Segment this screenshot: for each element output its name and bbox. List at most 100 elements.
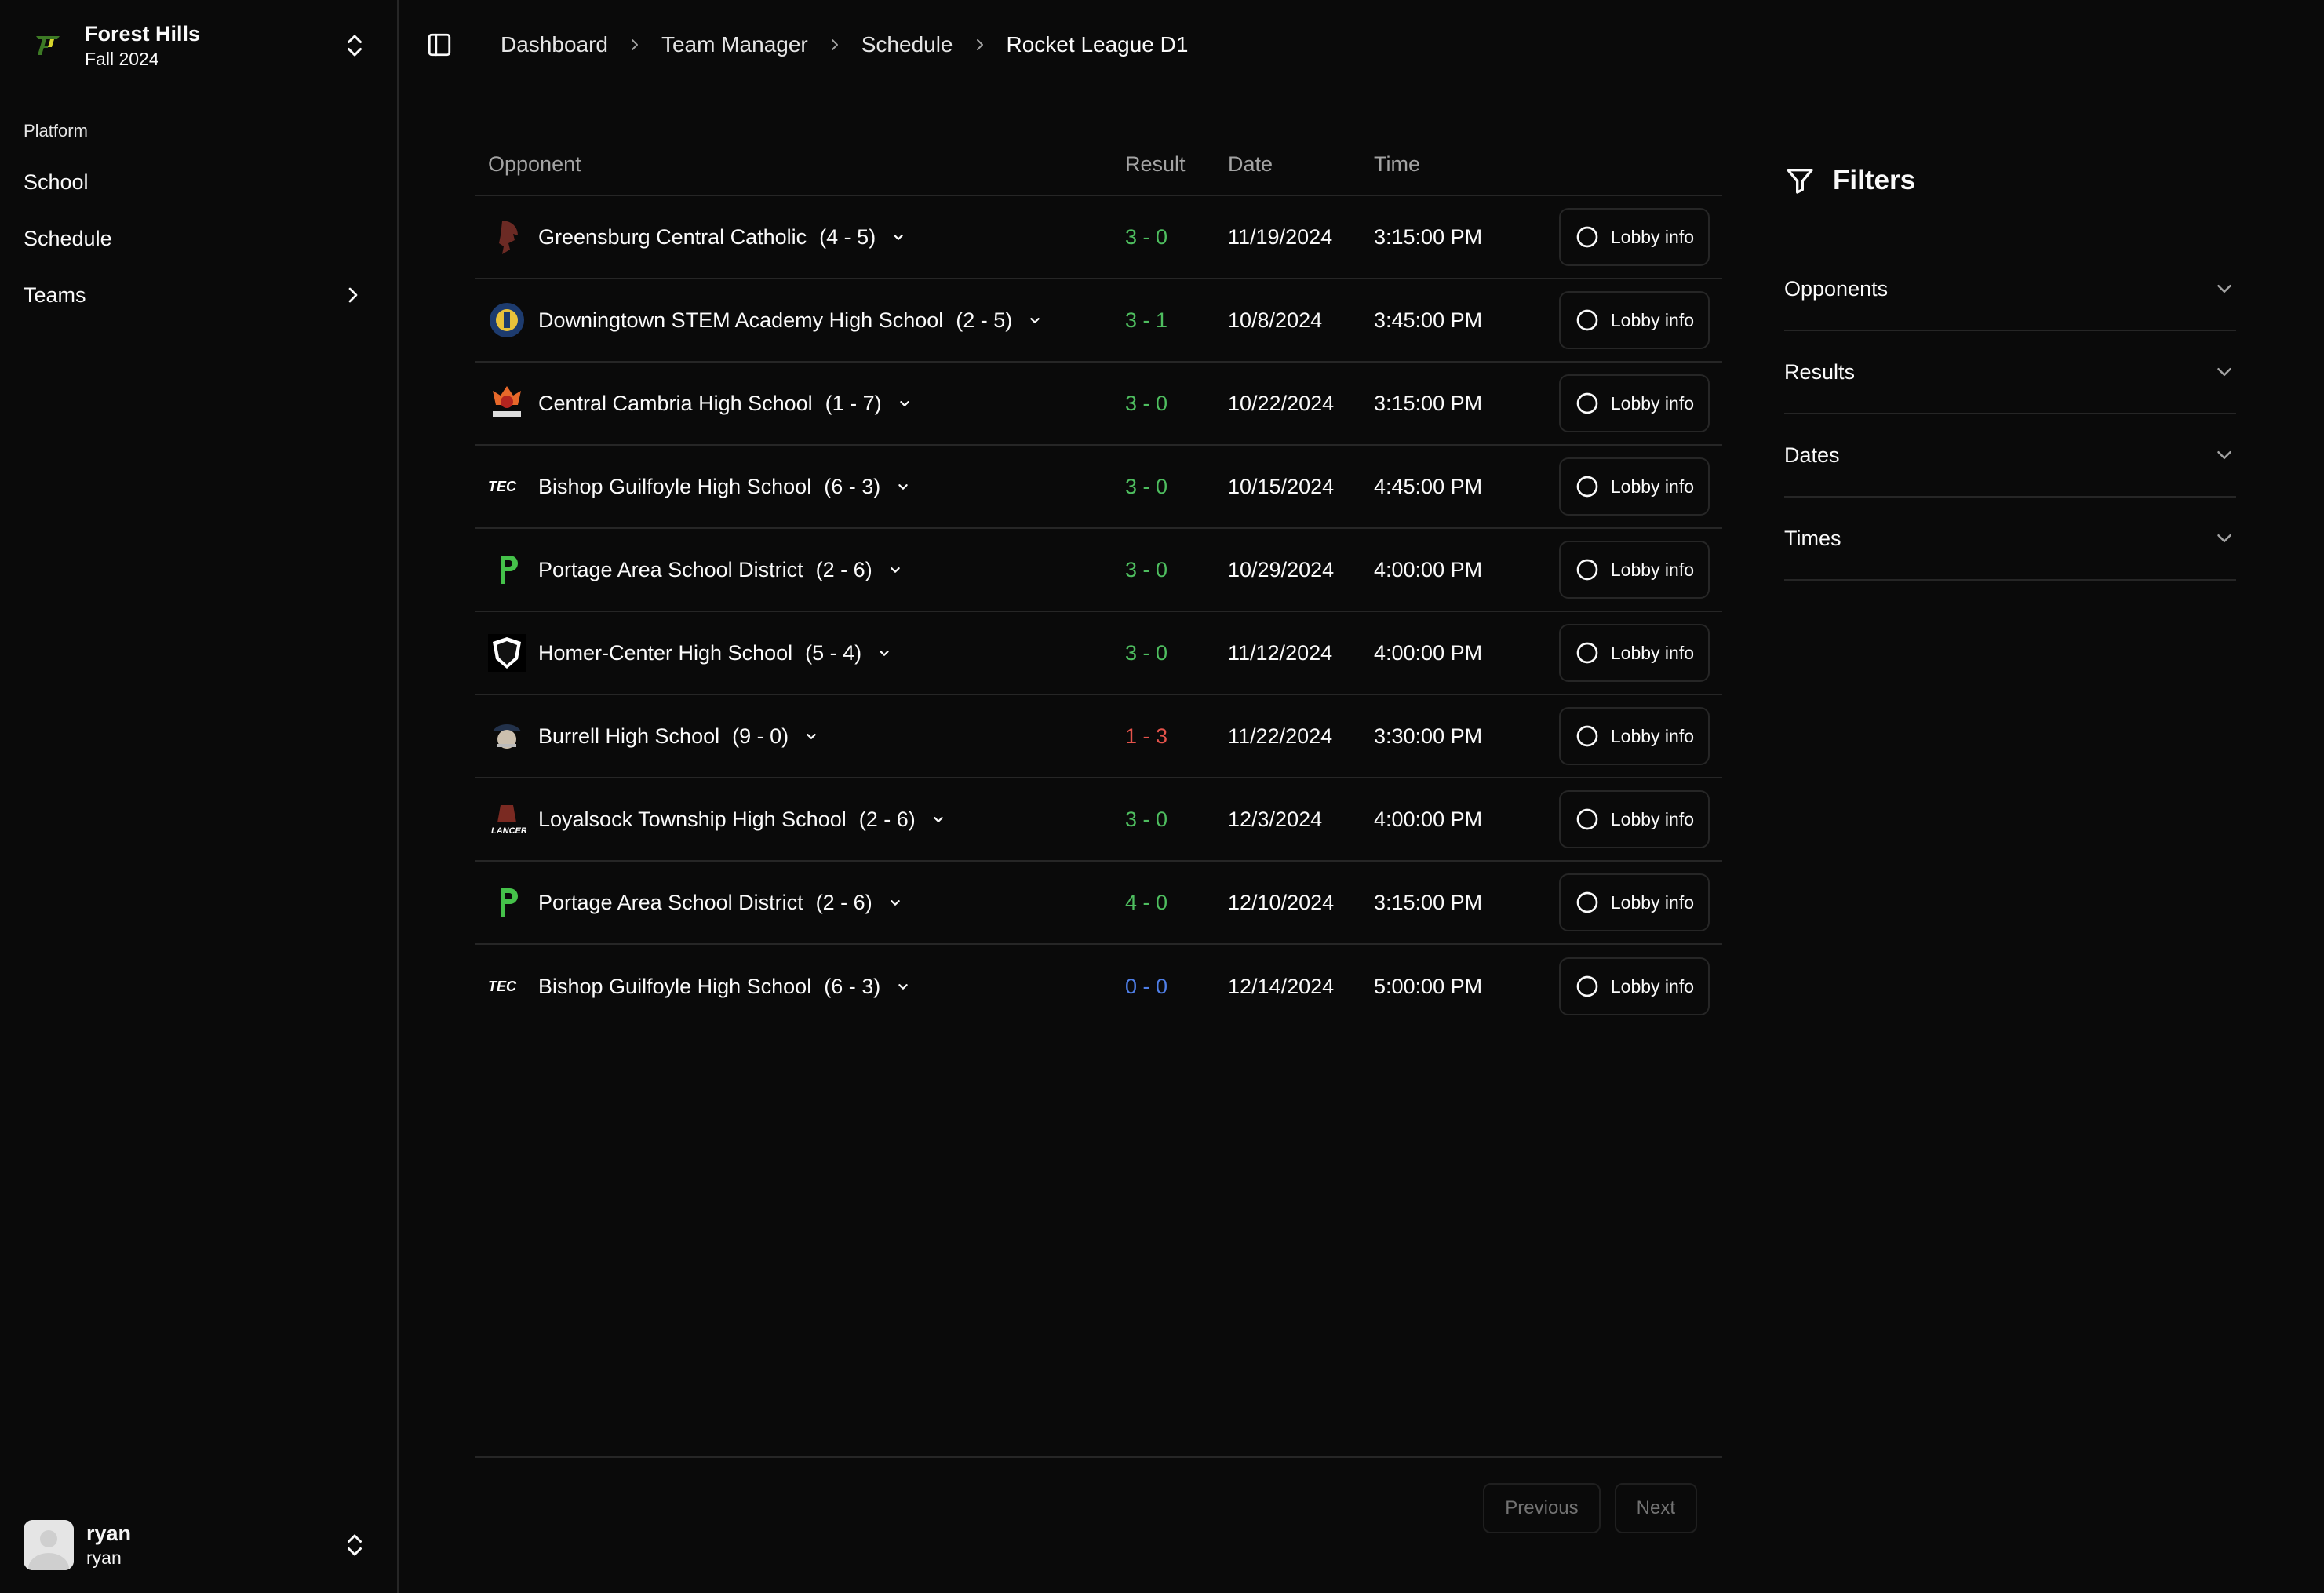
lobby-info-button[interactable]: Lobby info xyxy=(1558,624,1710,682)
next-page-button[interactable]: Next xyxy=(1614,1483,1697,1533)
team-switcher[interactable]: Forest Hills Fall 2024 xyxy=(24,14,377,77)
column-header-result: Result xyxy=(1125,151,1186,176)
opponent-record: (2 - 6) xyxy=(858,807,916,831)
chevron-right-icon xyxy=(348,287,358,303)
table-row: Greensburg Central Catholic (4 - 5) 3 - … xyxy=(475,196,1722,279)
filter-opponents[interactable]: Opponents xyxy=(1784,248,2236,331)
breadcrumb-schedule[interactable]: Schedule xyxy=(861,32,953,57)
team-name: Forest Hills xyxy=(85,22,201,46)
portage-p-logo-icon xyxy=(488,551,526,589)
chevron-down-icon[interactable] xyxy=(887,894,904,911)
chevron-down-icon[interactable] xyxy=(894,478,912,495)
opponent-record: (5 - 4) xyxy=(805,640,862,665)
chevron-down-icon[interactable] xyxy=(890,228,907,246)
chevron-down-icon[interactable] xyxy=(896,395,913,412)
table-row: Downingtown STEM Academy High School (2 … xyxy=(475,279,1722,363)
sidebar-item-teams[interactable]: Teams xyxy=(13,272,375,319)
table-row: TEC Bishop Guilfoyle High School (6 - 3)… xyxy=(475,945,1722,1028)
lobby-info-label: Lobby info xyxy=(1610,309,1694,330)
opponent-name[interactable]: Portage Area School District xyxy=(538,891,803,915)
match-result: 3 - 0 xyxy=(1125,640,1168,665)
circle-icon xyxy=(1576,392,1598,414)
inferno-logo-icon xyxy=(488,385,526,422)
opponent-name[interactable]: Homer-Center High School xyxy=(538,641,792,665)
column-header-opponent: Opponent xyxy=(488,151,581,176)
breadcrumb-current-page: Rocket League D1 xyxy=(1006,32,1189,57)
chevron-right-icon xyxy=(976,39,983,50)
circle-icon xyxy=(1576,975,1598,997)
filter-icon xyxy=(1787,169,1813,194)
circle-icon xyxy=(1576,891,1598,913)
lobby-info-button[interactable]: Lobby info xyxy=(1558,707,1710,765)
match-time: 3:30:00 PM xyxy=(1374,724,1483,748)
match-result: 3 - 0 xyxy=(1125,807,1168,831)
filter-dates[interactable]: Dates xyxy=(1784,414,2236,498)
breadcrumb: Dashboard Team Manager Schedule Rocket L… xyxy=(501,30,1188,60)
filter-results[interactable]: Results xyxy=(1784,331,2236,414)
chevron-down-icon[interactable] xyxy=(876,644,893,662)
user-menu[interactable]: ryan ryan xyxy=(24,1519,377,1571)
match-result: 3 - 0 xyxy=(1125,391,1168,415)
chevron-down-icon[interactable] xyxy=(1026,312,1044,329)
opponent-record: (1 - 7) xyxy=(825,391,882,415)
chevrons-up-down-icon[interactable] xyxy=(341,31,369,60)
chevron-down-icon[interactable] xyxy=(894,978,912,995)
opponent-name[interactable]: Burrell High School xyxy=(538,724,719,749)
lobby-info-label: Lobby info xyxy=(1610,642,1694,663)
chevron-down-icon[interactable] xyxy=(887,561,904,578)
match-time: 3:15:00 PM xyxy=(1374,224,1483,249)
svg-text:TEC: TEC xyxy=(488,479,517,494)
opponent-name[interactable]: Loyalsock Township High School xyxy=(538,807,847,832)
spartan-logo-icon xyxy=(488,218,526,256)
match-result: 0 - 0 xyxy=(1125,974,1168,998)
table-row: Homer-Center High School (5 - 4) 3 - 0 1… xyxy=(475,612,1722,695)
match-result: 4 - 0 xyxy=(1125,890,1168,914)
lobby-info-button[interactable]: Lobby info xyxy=(1558,457,1710,516)
match-result: 3 - 0 xyxy=(1125,224,1168,249)
portage-p-logo-icon xyxy=(488,884,526,921)
sidebar-item-schedule[interactable]: Schedule xyxy=(13,215,375,262)
match-date: 10/22/2024 xyxy=(1228,391,1335,415)
lobby-info-label: Lobby info xyxy=(1610,808,1694,829)
lobby-info-label: Lobby info xyxy=(1610,725,1694,746)
team-season: Fall 2024 xyxy=(85,49,159,69)
opponent-name[interactable]: Greensburg Central Catholic xyxy=(538,225,807,250)
sidebar-item-school[interactable]: School xyxy=(13,159,375,206)
tec-logo-icon: TEC xyxy=(488,468,526,505)
match-date: 12/14/2024 xyxy=(1228,974,1335,998)
match-time: 3:15:00 PM xyxy=(1374,890,1483,914)
lobby-info-button[interactable]: Lobby info xyxy=(1558,374,1710,432)
user-name: ryan xyxy=(86,1522,132,1545)
column-header-time: Time xyxy=(1374,151,1420,176)
sidebar-toggle-icon[interactable] xyxy=(426,31,453,58)
chevron-down-icon xyxy=(2217,451,2231,459)
lobby-info-button[interactable]: Lobby info xyxy=(1558,291,1710,349)
opponent-name[interactable]: Bishop Guilfoyle High School xyxy=(538,975,811,999)
match-date: 10/29/2024 xyxy=(1228,557,1335,581)
lobby-info-button[interactable]: Lobby info xyxy=(1558,957,1710,1015)
chevron-down-icon[interactable] xyxy=(930,811,947,828)
previous-page-button[interactable]: Previous xyxy=(1483,1483,1601,1533)
table-header: Opponent Result Date Time xyxy=(475,133,1722,196)
lobby-info-button[interactable]: Lobby info xyxy=(1558,208,1710,266)
sidebar-item-label: Teams xyxy=(24,283,86,307)
match-time: 3:45:00 PM xyxy=(1374,308,1483,332)
opponent-name[interactable]: Bishop Guilfoyle High School xyxy=(538,475,811,499)
match-time: 4:45:00 PM xyxy=(1374,474,1483,498)
nav-group-label: Platform xyxy=(24,121,88,140)
opponent-name[interactable]: Portage Area School District xyxy=(538,558,803,582)
filter-times[interactable]: Times xyxy=(1784,498,2236,581)
chevron-down-icon[interactable] xyxy=(803,727,820,745)
lobby-info-button[interactable]: Lobby info xyxy=(1558,790,1710,848)
lobby-info-button[interactable]: Lobby info xyxy=(1558,873,1710,931)
table-row: Burrell High School (9 - 0) 1 - 3 11/22/… xyxy=(475,695,1722,778)
match-date: 10/8/2024 xyxy=(1228,308,1323,332)
lobby-info-button[interactable]: Lobby info xyxy=(1558,541,1710,599)
opponent-name[interactable]: Downingtown STEM Academy High School xyxy=(538,308,943,333)
opponent-record: (6 - 3) xyxy=(824,474,881,498)
breadcrumb-dashboard[interactable]: Dashboard xyxy=(501,32,608,57)
breadcrumb-team-manager[interactable]: Team Manager xyxy=(661,32,808,57)
chevrons-up-down-icon[interactable] xyxy=(341,1531,369,1559)
opponent-name[interactable]: Central Cambria High School xyxy=(538,392,813,416)
match-time: 5:00:00 PM xyxy=(1374,974,1483,998)
